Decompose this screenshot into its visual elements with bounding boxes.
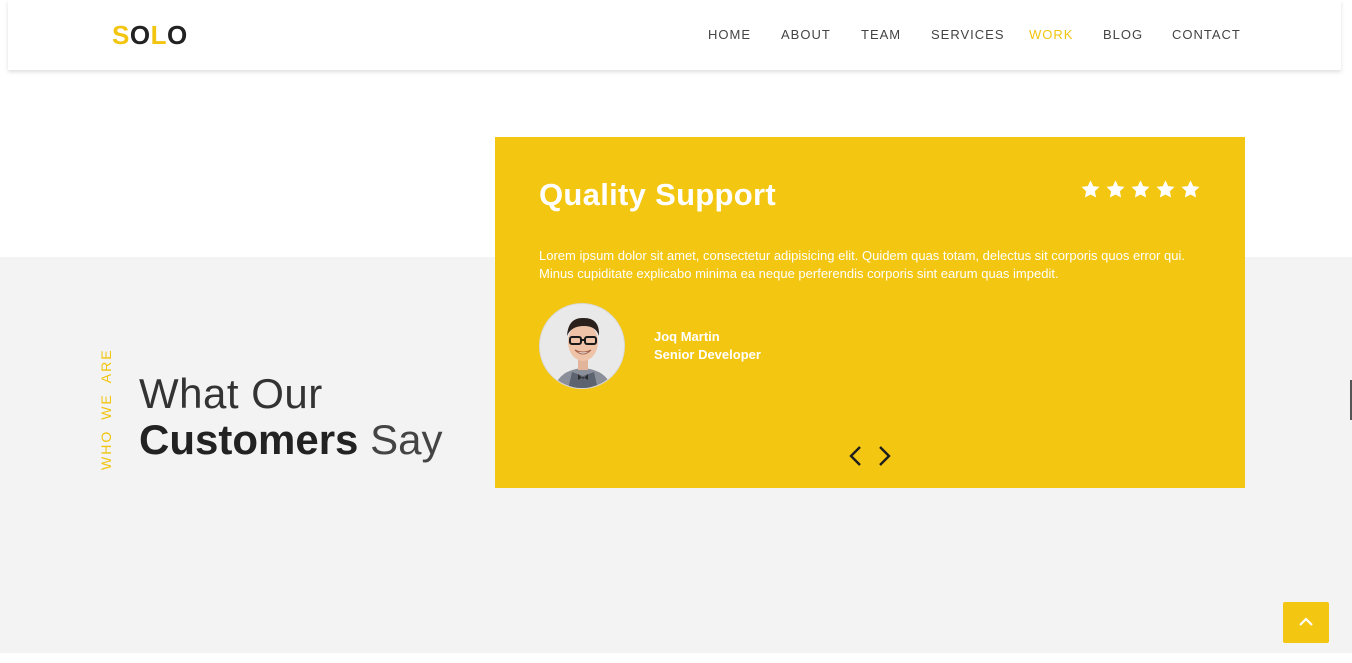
logo-letter-2: O	[129, 20, 151, 50]
nav-services[interactable]: SERVICES	[931, 27, 1005, 42]
star-icon	[1181, 180, 1200, 198]
logo-letter-4: O	[166, 20, 188, 50]
heading-light-word: Say	[370, 416, 443, 463]
avatar	[539, 303, 625, 389]
logo-letter-3: L	[150, 20, 167, 50]
section-tagline: WHO WE ARE	[97, 338, 115, 470]
chevron-left-icon[interactable]	[847, 444, 865, 468]
testimonial-text: Lorem ipsum dolor sit amet, consectetur …	[539, 248, 1185, 281]
nav-team[interactable]: TEAM	[861, 27, 901, 42]
tagline-word: WHO	[98, 429, 114, 470]
star-icon	[1081, 180, 1100, 198]
star-icon	[1156, 180, 1175, 198]
rating-stars	[1080, 179, 1201, 200]
testimonial-title: Quality Support	[539, 177, 776, 212]
chevron-up-icon	[1299, 617, 1313, 626]
section-heading-line1: What Our	[139, 370, 323, 417]
star-icon	[1106, 180, 1125, 198]
nav-about[interactable]: ABOUT	[781, 27, 831, 42]
logo-letter-1: S	[112, 20, 130, 50]
star-icon	[1131, 180, 1150, 198]
logo[interactable]: SOLO	[112, 20, 188, 50]
author-name: Joq Martin	[654, 329, 720, 344]
author-role: Senior Developer	[654, 347, 761, 362]
section-heading-line2: Customers Say	[139, 416, 442, 464]
nav-blog[interactable]: BLOG	[1103, 27, 1143, 42]
section-divider	[0, 653, 1352, 663]
chevron-right-icon[interactable]	[875, 444, 893, 468]
tagline-word: ARE	[98, 348, 114, 384]
tagline-word: WE	[98, 393, 114, 420]
nav-work[interactable]: WORK	[1029, 27, 1073, 42]
nav-contact[interactable]: CONTACT	[1172, 27, 1241, 42]
nav-home[interactable]: HOME	[708, 27, 751, 42]
avatar-portrait	[540, 304, 624, 388]
heading-bold-word: Customers	[139, 416, 359, 463]
navbar: SOLO HOME ABOUT TEAM SERVICES WORK BLOG …	[8, 0, 1341, 70]
scroll-to-top-button[interactable]	[1283, 602, 1329, 643]
testimonial-card: Quality Support Lorem ipsum dolor sit am…	[495, 137, 1245, 488]
